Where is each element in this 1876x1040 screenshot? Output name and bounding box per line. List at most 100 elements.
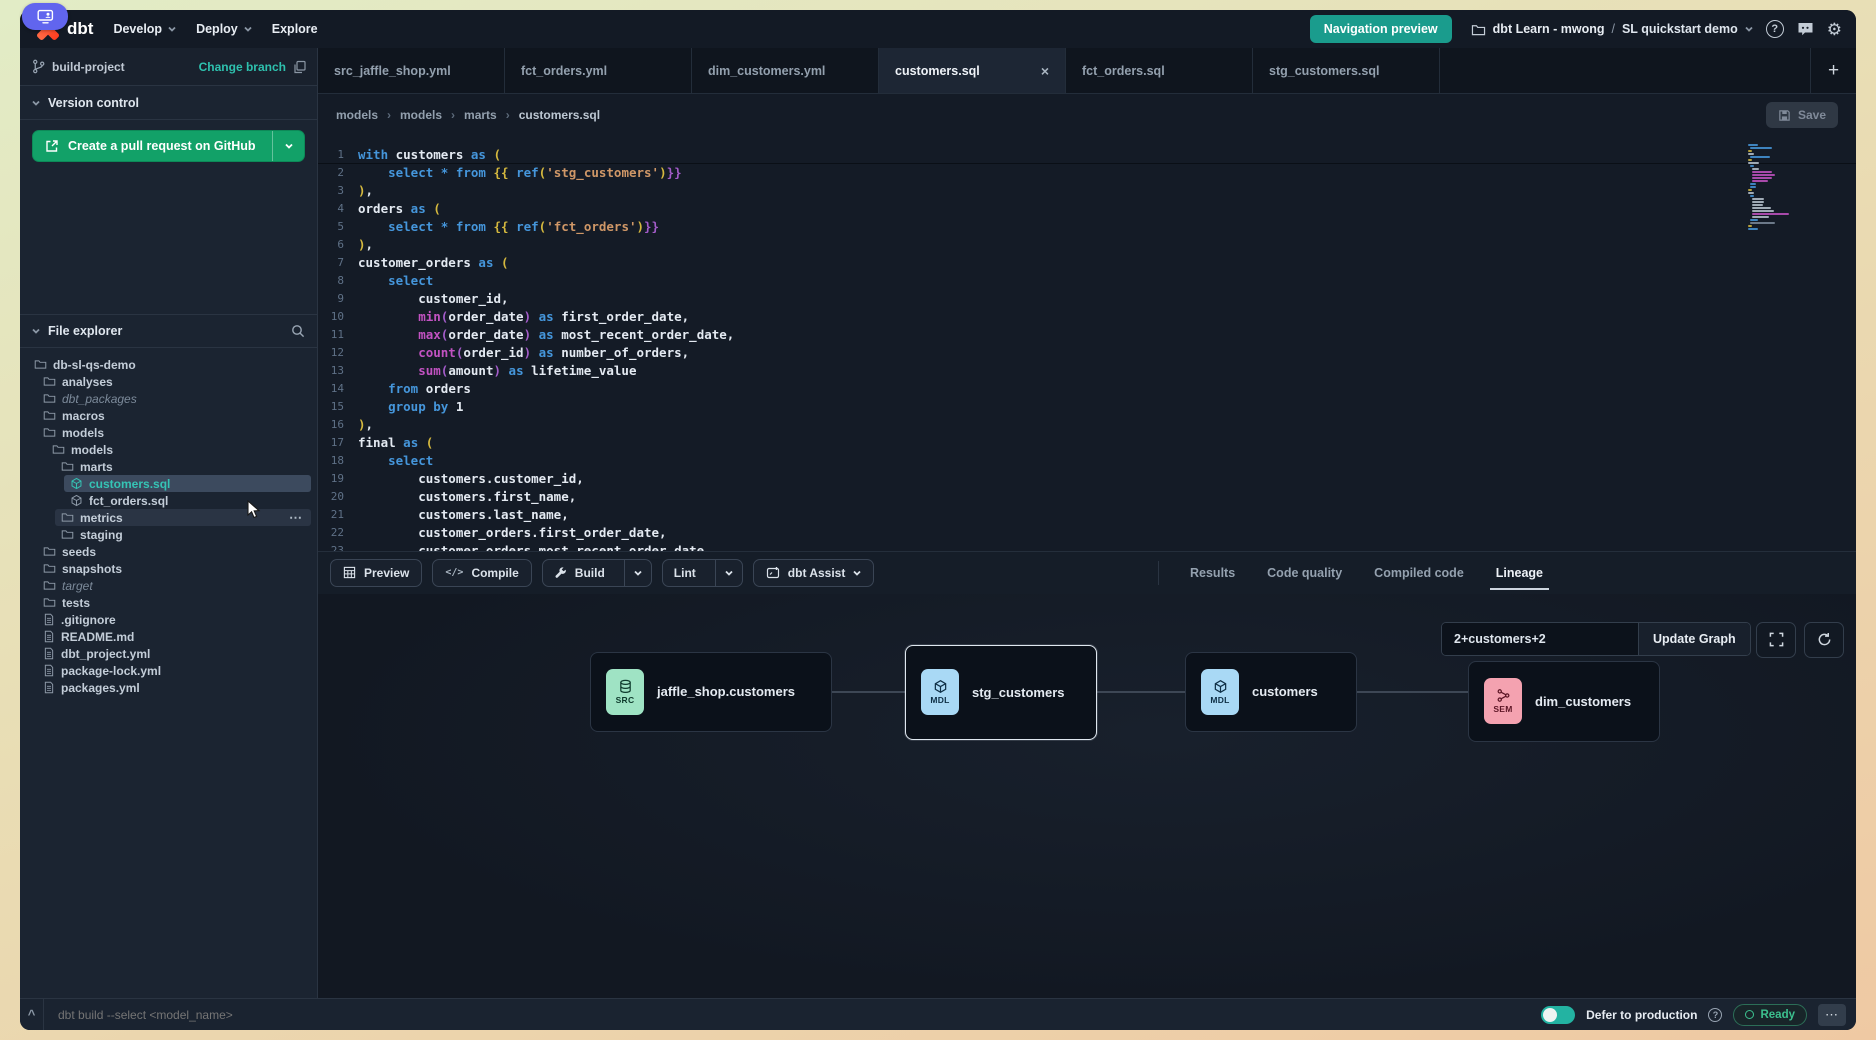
code-line[interactable]: 1with customers as ( bbox=[318, 146, 1856, 164]
code-line[interactable]: 10 min(order_date) as first_order_date, bbox=[318, 308, 1856, 326]
preview-button[interactable]: Preview bbox=[330, 559, 422, 587]
code-line[interactable]: 14 from orders bbox=[318, 380, 1856, 398]
lineage-node-dim-customers[interactable]: SEM dim_customers bbox=[1468, 661, 1660, 742]
editor-tab-stg-customers-sql[interactable]: stg_customers.sql bbox=[1253, 48, 1440, 93]
lineage-node-jaffle-shop-customers[interactable]: SRC jaffle_shop.customers bbox=[590, 652, 832, 732]
nav-develop[interactable]: Develop bbox=[113, 22, 176, 36]
nav-explore[interactable]: Explore bbox=[272, 22, 318, 36]
code-line[interactable]: 20 customers.first_name, bbox=[318, 488, 1856, 506]
dbt-assist-button[interactable]: dbt Assist bbox=[753, 559, 875, 587]
tree-item-macros[interactable]: macros bbox=[20, 407, 317, 424]
nav-deploy[interactable]: Deploy bbox=[196, 22, 252, 36]
defer-help-icon[interactable]: ? bbox=[1708, 1008, 1722, 1022]
pr-button-dropdown[interactable] bbox=[272, 131, 304, 161]
build-dropdown[interactable] bbox=[624, 560, 651, 586]
tree-item-customers-sql[interactable]: customers.sql bbox=[20, 475, 317, 492]
tree-item-staging[interactable]: staging bbox=[20, 526, 317, 543]
code-line[interactable]: 16), bbox=[318, 416, 1856, 434]
tree-item-db-sl-qs-demo[interactable]: db-sl-qs-demo bbox=[20, 356, 317, 373]
panel-expand-caret[interactable]: ^ bbox=[20, 999, 44, 1030]
code-line[interactable]: 2 select * from {{ ref('stg_customers')}… bbox=[318, 164, 1856, 182]
code-line[interactable]: 11 max(order_date) as most_recent_order_… bbox=[318, 326, 1856, 344]
editor-tab-fct-orders-yml[interactable]: fct_orders.yml bbox=[505, 48, 692, 93]
editor-tab-dim-customers-yml[interactable]: dim_customers.yml bbox=[692, 48, 879, 93]
navigation-preview-button[interactable]: Navigation preview bbox=[1310, 15, 1452, 43]
tree-item-package-lock-yml[interactable]: package-lock.yml bbox=[20, 662, 317, 679]
tree-item-models[interactable]: models bbox=[20, 441, 317, 458]
change-branch-link[interactable]: Change branch bbox=[199, 60, 286, 74]
overflow-menu-button[interactable]: ⋯ bbox=[1818, 1004, 1846, 1026]
code-line[interactable]: 5 select * from {{ ref('fct_orders')}} bbox=[318, 218, 1856, 236]
build-button-main[interactable]: Build bbox=[543, 560, 616, 586]
save-button[interactable]: Save bbox=[1766, 102, 1838, 128]
result-tab-compiled-code[interactable]: Compiled code bbox=[1374, 566, 1464, 580]
minimap[interactable] bbox=[1748, 144, 1800, 231]
file-explorer-header[interactable]: File explorer bbox=[20, 314, 317, 348]
code-line[interactable]: 18 select bbox=[318, 452, 1856, 470]
code-line[interactable]: 22 customer_orders.first_order_date, bbox=[318, 524, 1856, 542]
tree-item-analyses[interactable]: analyses bbox=[20, 373, 317, 390]
fullscreen-button[interactable] bbox=[1756, 622, 1796, 658]
breadcrumb-item[interactable]: models bbox=[336, 108, 378, 122]
command-input[interactable] bbox=[44, 1007, 1541, 1023]
breadcrumb-item[interactable]: customers.sql bbox=[519, 108, 600, 122]
lineage-node-customers[interactable]: MDL customers bbox=[1185, 652, 1357, 732]
lint-button-main[interactable]: Lint bbox=[663, 560, 707, 586]
new-tab-button[interactable]: + bbox=[1810, 48, 1856, 93]
tree-item-target[interactable]: target bbox=[20, 577, 317, 594]
tree-item-seeds[interactable]: seeds bbox=[20, 543, 317, 560]
update-graph-button[interactable]: Update Graph bbox=[1638, 623, 1750, 655]
version-control-header[interactable]: Version control bbox=[20, 86, 317, 120]
result-tab-code-quality[interactable]: Code quality bbox=[1267, 566, 1342, 580]
code-editor[interactable]: 1with customers as (2 select * from {{ r… bbox=[318, 136, 1856, 551]
item-menu-icon[interactable]: ⋯ bbox=[289, 510, 303, 526]
result-tab-results[interactable]: Results bbox=[1190, 566, 1235, 580]
code-line[interactable]: 7customer_orders as ( bbox=[318, 254, 1856, 272]
help-icon[interactable]: ? bbox=[1766, 20, 1784, 38]
code-line[interactable]: 3), bbox=[318, 182, 1856, 200]
compile-button[interactable]: </> Compile bbox=[432, 559, 531, 587]
tab-label: fct_orders.yml bbox=[521, 64, 607, 78]
code-line[interactable]: 19 customers.customer_id, bbox=[318, 470, 1856, 488]
code-line[interactable]: 4orders as ( bbox=[318, 200, 1856, 218]
lint-dropdown[interactable] bbox=[715, 560, 742, 586]
search-icon[interactable] bbox=[291, 324, 305, 338]
editor-tab-fct-orders-sql[interactable]: fct_orders.sql bbox=[1066, 48, 1253, 93]
tree-item-models[interactable]: models bbox=[20, 424, 317, 441]
code-line[interactable]: 13 sum(amount) as lifetime_value bbox=[318, 362, 1856, 380]
result-tab-lineage[interactable]: Lineage bbox=[1496, 566, 1543, 580]
tree-item-readme-md[interactable]: README.md bbox=[20, 628, 317, 645]
code-line[interactable]: 12 count(order_id) as number_of_orders, bbox=[318, 344, 1856, 362]
code-line[interactable]: 21 customers.last_name, bbox=[318, 506, 1856, 524]
lineage-search-input[interactable] bbox=[1442, 623, 1638, 655]
editor-tab-customers-sql[interactable]: customers.sql× bbox=[879, 48, 1066, 93]
tree-item-dbt-project-yml[interactable]: dbt_project.yml bbox=[20, 645, 317, 662]
gear-icon[interactable]: ⚙ bbox=[1827, 21, 1842, 38]
defer-toggle[interactable] bbox=[1541, 1006, 1575, 1024]
tree-item-marts[interactable]: marts bbox=[20, 458, 317, 475]
code-line[interactable]: 6), bbox=[318, 236, 1856, 254]
lineage-canvas[interactable]: SRC jaffle_shop.customers MDL stg_custom… bbox=[318, 594, 1856, 999]
tree-item-packages-yml[interactable]: packages.yml bbox=[20, 679, 317, 696]
create-pr-button[interactable]: Create a pull request on GitHub bbox=[32, 130, 305, 162]
code-line[interactable]: 17final as ( bbox=[318, 434, 1856, 452]
editor-tab-src-jaffle-shop-yml[interactable]: src_jaffle_shop.yml bbox=[318, 48, 505, 93]
account-breadcrumb[interactable]: dbt Learn - mwong / SL quickstart demo bbox=[1471, 22, 1753, 36]
breadcrumb-item[interactable]: models bbox=[400, 108, 442, 122]
refresh-button[interactable] bbox=[1804, 622, 1844, 658]
close-icon[interactable]: × bbox=[1031, 63, 1049, 79]
code-line[interactable]: 8 select bbox=[318, 272, 1856, 290]
tree-item-fct-orders-sql[interactable]: fct_orders.sql bbox=[20, 492, 317, 509]
feedback-icon[interactable] bbox=[1797, 21, 1814, 37]
code-line[interactable]: 15 group by 1 bbox=[318, 398, 1856, 416]
code-line[interactable]: 9 customer_id, bbox=[318, 290, 1856, 308]
lineage-node-stg-customers[interactable]: MDL stg_customers bbox=[905, 645, 1097, 740]
tree-item--gitignore[interactable]: .gitignore bbox=[20, 611, 317, 628]
copy-icon[interactable] bbox=[293, 60, 307, 74]
tree-item-snapshots[interactable]: snapshots bbox=[20, 560, 317, 577]
tree-item-tests[interactable]: tests bbox=[20, 594, 317, 611]
code-line[interactable]: 23 customer_orders.most_recent_order_dat… bbox=[318, 542, 1856, 551]
breadcrumb-item[interactable]: marts bbox=[464, 108, 497, 122]
tree-item-dbt-packages[interactable]: dbt_packages bbox=[20, 390, 317, 407]
tree-item-metrics[interactable]: metrics⋯ bbox=[20, 509, 317, 526]
